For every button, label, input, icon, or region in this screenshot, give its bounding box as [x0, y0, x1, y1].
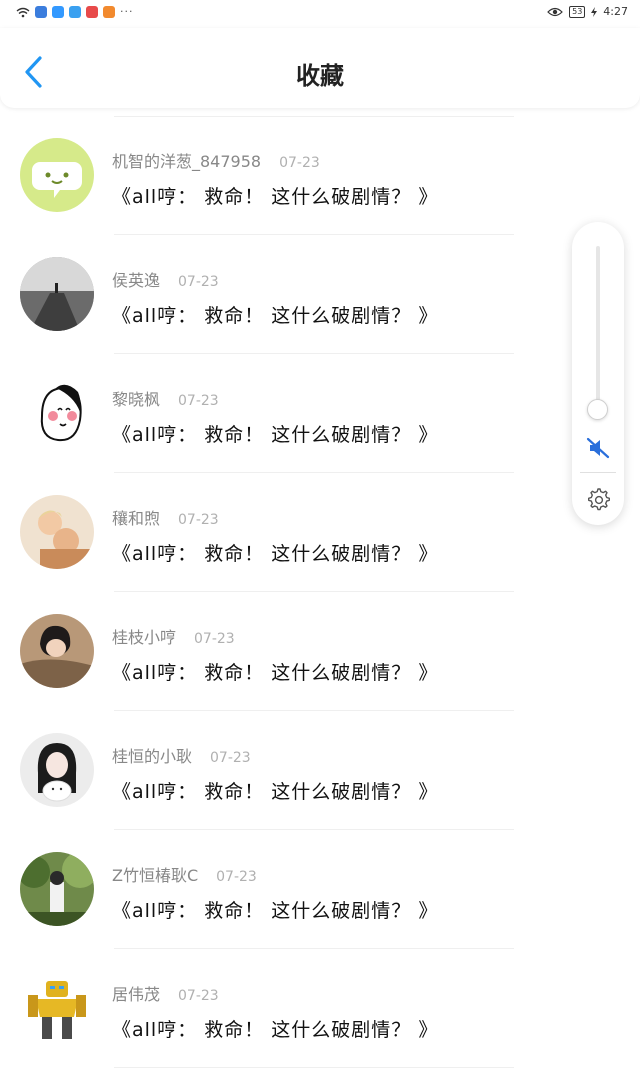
username-text: 桂恒的小耿: [112, 747, 193, 766]
photo-avatar-image: [20, 495, 94, 569]
message-text: 《all哼： 救命！ 这什么破剧情？ 》: [112, 1019, 439, 1041]
forest-avatar-image: [20, 852, 94, 926]
message-text: 《all哼： 救命！ 这什么破剧情？ 》: [112, 781, 439, 803]
pier-avatar-image: [20, 257, 94, 331]
date: 07-23: [210, 750, 251, 766]
list-item[interactable]: 桂枝小哼 07-23 《all哼： 救命！ 这什么破剧情？ 》: [0, 592, 640, 711]
more-notifications-indicator: ···: [120, 5, 134, 18]
username-text: 黎晓枫: [112, 390, 161, 409]
username: Z竹恒椿耿C 07-23: [112, 862, 257, 886]
battery-indicator: 53: [569, 5, 586, 18]
page-title: 收藏: [296, 62, 344, 90]
username: 居伟茂 07-23: [112, 981, 219, 1005]
username-text: 穰和煦: [112, 509, 161, 528]
message-text: 《all哼： 救命！ 这什么破剧情？ 》: [112, 543, 439, 565]
volume-slider-track[interactable]: [596, 246, 600, 418]
username: 侯英逸 07-23: [112, 267, 219, 291]
avatar[interactable]: [20, 614, 94, 688]
username: 穰和煦 07-23: [112, 505, 219, 529]
date: 07-23: [178, 393, 219, 409]
list-item[interactable]: 桂恒的小耿 07-23 《all哼： 救命！ 这什么破剧情？ 》: [0, 711, 640, 830]
username-text: 侯英逸: [112, 271, 161, 290]
username: 黎晓枫 07-23: [112, 386, 219, 410]
eye-icon: [547, 7, 563, 16]
avatar[interactable]: [20, 376, 94, 450]
date: 07-23: [279, 155, 320, 171]
divider: [580, 472, 616, 473]
list-item[interactable]: 侯英逸 07-23 《all哼： 救命！ 这什么破剧情？ 》: [0, 235, 640, 354]
list-item[interactable]: 穰和煦 07-23 《all哼： 救命！ 这什么破剧情？ 》: [0, 473, 640, 592]
avatar[interactable]: [20, 257, 94, 331]
cloud-app-icon: [69, 6, 81, 18]
date: 07-23: [216, 869, 257, 885]
favorites-list: 机智的洋葱_847958 07-23 《all哼： 救命！ 这什么破剧情？ 》 侯…: [0, 116, 640, 1068]
photo-avatar-image: [20, 614, 94, 688]
username-text: 居伟茂: [112, 985, 161, 1004]
list-item[interactable]: 黎晓枫 07-23 《all哼： 救命！ 这什么破剧情？ 》: [0, 354, 640, 473]
avatar[interactable]: [20, 733, 94, 807]
play-app-icon: [103, 6, 115, 18]
status-bar: ··· 53 4:27: [0, 0, 640, 26]
volume-panel: [572, 222, 624, 525]
status-bar-left: ···: [16, 6, 134, 18]
mute-toggle-button[interactable]: [585, 435, 611, 461]
username-text: 桂枝小哼: [112, 628, 177, 647]
wifi-icon: [16, 7, 30, 17]
app-header: 收藏: [0, 28, 640, 108]
list-item[interactable]: 居伟茂 07-23 《all哼： 救命！ 这什么破剧情？ 》: [0, 949, 640, 1068]
username-text: 机智的洋葱_847958: [112, 152, 262, 171]
message-text: 《all哼： 救命！ 这什么破剧情？ 》: [112, 424, 439, 446]
message-text: 《all哼： 救命！ 这什么破剧情？ 》: [112, 186, 439, 208]
date: 07-23: [178, 988, 219, 1004]
avatar[interactable]: [20, 971, 94, 1045]
avatar[interactable]: [20, 852, 94, 926]
username: 桂恒的小耿 07-23: [112, 743, 251, 767]
chat-bubble-avatar-image: [20, 138, 94, 212]
date: 07-23: [178, 512, 219, 528]
robot-avatar-image: [20, 971, 94, 1045]
speaker-muted-icon: [586, 437, 610, 459]
date: 07-23: [178, 274, 219, 290]
status-bar-right: 53 4:27: [547, 5, 628, 18]
gear-icon: [588, 488, 610, 511]
username: 机智的洋葱_847958 07-23: [112, 148, 320, 172]
clock: 4:27: [603, 5, 628, 18]
volume-slider-thumb[interactable]: [587, 399, 608, 421]
list-item[interactable]: 机智的洋葱_847958 07-23 《all哼： 救命！ 这什么破剧情？ 》: [0, 116, 640, 235]
avatar[interactable]: [20, 495, 94, 569]
photo-avatar-image: [20, 733, 94, 807]
app-notification-icon: [86, 6, 98, 18]
message-text: 《all哼： 救命！ 这什么破剧情？ 》: [112, 662, 439, 684]
username-text: Z竹恒椿耿C: [112, 866, 199, 885]
date: 07-23: [194, 631, 235, 647]
message-text: 《all哼： 救命！ 这什么破剧情？ 》: [112, 900, 439, 922]
list-item[interactable]: Z竹恒椿耿C 07-23 《all哼： 救命！ 这什么破剧情？ 》: [0, 830, 640, 949]
app-notification-icon: [52, 6, 64, 18]
avatar[interactable]: [20, 138, 94, 212]
cartoon-avatar-image: [20, 376, 94, 450]
username: 桂枝小哼 07-23: [112, 624, 235, 648]
sound-settings-button[interactable]: [585, 486, 611, 512]
app-notification-icon: [35, 6, 47, 18]
message-text: 《all哼： 救命！ 这什么破剧情？ 》: [112, 305, 439, 327]
charging-icon: [591, 6, 598, 17]
